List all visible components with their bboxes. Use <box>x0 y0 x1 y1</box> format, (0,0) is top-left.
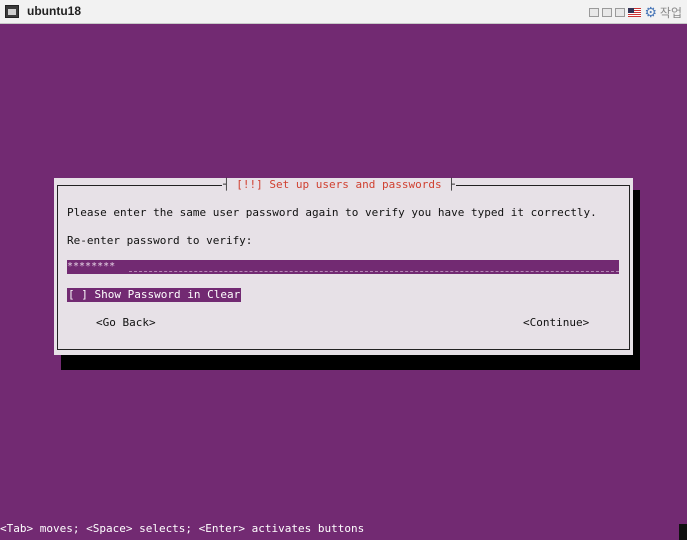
menu-label[interactable]: 작업 <box>660 4 682 21</box>
dialog-title-text: Set up users and passwords <box>269 178 442 191</box>
password-field-fill <box>129 271 619 272</box>
password-input[interactable]: ******** <box>67 260 619 274</box>
dialog-title-prefix: [!!] <box>236 178 263 191</box>
password-dialog: ┤ [!!] Set up users and passwords ├ Plea… <box>54 178 633 355</box>
password-value: ******** <box>67 261 116 272</box>
password-prompt-label: Re-enter password to verify: <box>67 234 253 247</box>
maximize-button[interactable] <box>615 8 626 17</box>
dialog-title: ┤ [!!] Set up users and passwords ├ <box>222 178 456 192</box>
show-password-checkbox[interactable]: [ ] Show Password in Clear <box>67 288 242 302</box>
continue-button[interactable]: <Continue> <box>523 316 589 330</box>
titlebar-controls: ⚙ 작업 <box>589 4 682 21</box>
window-titlebar: ubuntu18 ⚙ 작업 <box>0 0 687 24</box>
restore-button[interactable] <box>602 8 613 17</box>
window-title: ubuntu18 <box>27 4 81 18</box>
window-icon <box>5 5 19 18</box>
us-flag-icon[interactable] <box>628 8 642 17</box>
status-help-text: <Tab> moves; <Space> selects; <Enter> ac… <box>0 522 365 535</box>
minimize-button[interactable] <box>589 8 600 17</box>
instruction-text: Please enter the same user password agai… <box>67 206 597 219</box>
go-back-button[interactable]: <Go Back> <box>96 316 156 330</box>
cursor-block <box>679 524 687 540</box>
settings-gear-icon[interactable]: ⚙ <box>644 6 657 20</box>
